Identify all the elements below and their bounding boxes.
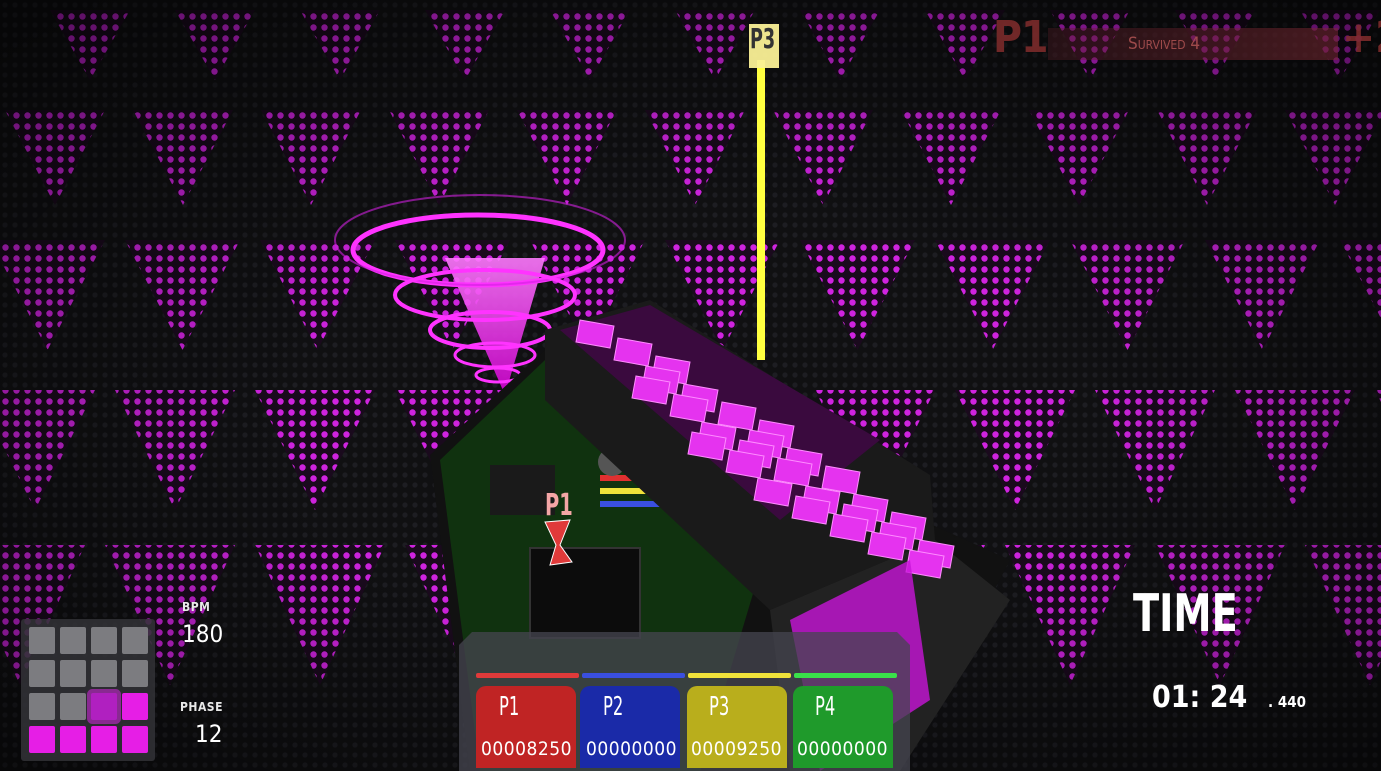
beat-cell xyxy=(91,726,117,753)
notification-player: P1 xyxy=(993,12,1049,63)
beat-cell xyxy=(60,627,86,654)
bpm-label: BPM xyxy=(182,600,211,614)
p3-color-line xyxy=(688,673,791,678)
p2-color-line xyxy=(582,673,685,678)
beat-cell xyxy=(122,627,148,654)
game-scene xyxy=(0,0,1381,771)
beat-grid xyxy=(21,619,155,761)
notification-points: +2 xyxy=(1342,12,1381,63)
beat-cell xyxy=(122,660,148,687)
p3-name: P3 xyxy=(709,692,730,722)
beat-cell xyxy=(91,660,117,687)
p3-score: 00009250 xyxy=(691,738,782,760)
beat-cell xyxy=(60,726,86,753)
p1-tag-label: P1 xyxy=(545,488,573,523)
beat-cell xyxy=(29,693,55,720)
phase-value: 12 xyxy=(195,720,223,748)
p1-score: 00008250 xyxy=(481,738,572,760)
p2-name: P2 xyxy=(603,692,624,722)
time-value: 01: 24 xyxy=(1152,680,1248,715)
beat-cell xyxy=(29,627,55,654)
time-milliseconds: . 440 xyxy=(1268,693,1306,711)
p4-score: 00000000 xyxy=(797,738,888,760)
notification-message: Survived 4 xyxy=(1128,34,1201,54)
beat-cell xyxy=(122,726,148,753)
p4-color-line xyxy=(794,673,897,678)
p3-tag-label: P3 xyxy=(750,22,776,55)
beat-cell xyxy=(91,693,117,720)
beat-cell xyxy=(60,693,86,720)
p4-name: P4 xyxy=(815,692,836,722)
p3-beam xyxy=(757,60,765,360)
beat-cell xyxy=(91,627,117,654)
beat-cell xyxy=(122,693,148,720)
beat-cell xyxy=(60,660,86,687)
phase-label: PHASE xyxy=(180,700,223,714)
p1-name: P1 xyxy=(499,692,520,722)
beat-cell xyxy=(29,726,55,753)
p2-score: 00000000 xyxy=(586,738,677,760)
bpm-value: 180 xyxy=(182,620,224,648)
time-label: TIME xyxy=(1133,584,1238,644)
beat-cell xyxy=(29,660,55,687)
p1-color-line xyxy=(476,673,579,678)
